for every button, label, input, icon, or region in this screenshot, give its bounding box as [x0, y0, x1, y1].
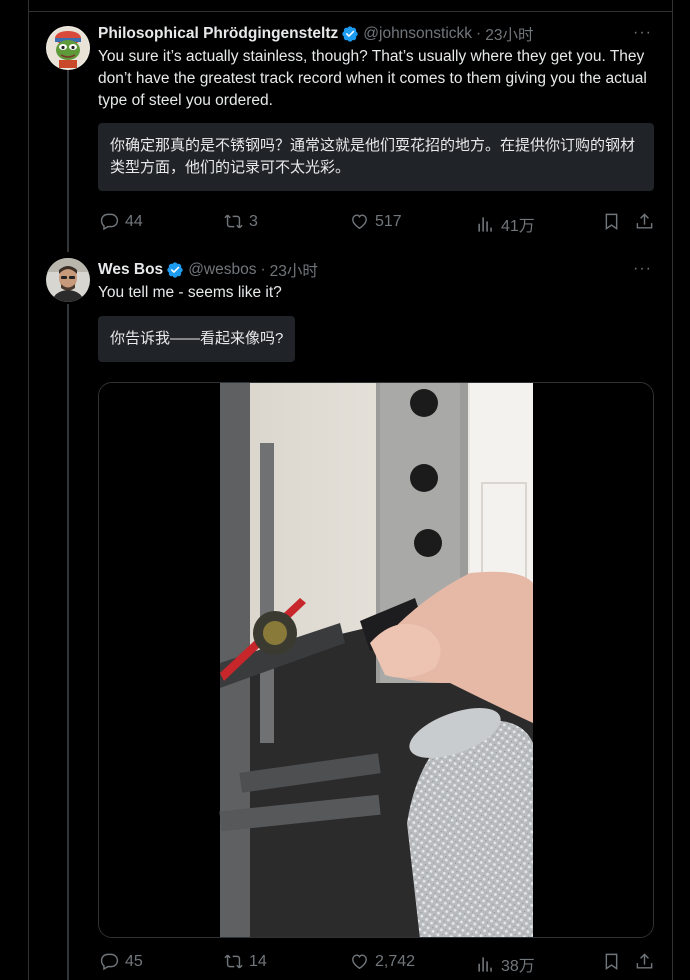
reply-count: 45 — [125, 952, 143, 970]
like-icon — [352, 214, 367, 230]
views-count: 41万 — [501, 218, 535, 235]
column-border-right — [672, 0, 673, 980]
avatar[interactable] — [46, 258, 90, 302]
like-count: 2,742 — [375, 952, 416, 970]
tweet-text: You sure it’s actually stainless, though… — [98, 48, 647, 109]
video-frame — [99, 383, 653, 937]
tweet-text: You tell me - seems like it? — [98, 284, 282, 301]
reply-icon — [100, 213, 119, 231]
separator-dot: · — [476, 25, 482, 42]
like-count: 517 — [375, 212, 402, 230]
top-divider — [28, 11, 672, 12]
bookmark-icon — [605, 953, 618, 970]
retweet-count: 14 — [249, 952, 267, 970]
share-button[interactable] — [635, 952, 654, 971]
display-name[interactable]: Philosophical Phrödgingensteltz — [98, 25, 338, 43]
retweet-button[interactable]: 14 — [224, 952, 267, 971]
handle[interactable]: @johnsonstickk — [363, 25, 472, 43]
bookmark-button[interactable] — [602, 952, 621, 971]
retweet-icon — [224, 954, 243, 969]
like-icon — [352, 954, 367, 970]
like-button[interactable]: 517 — [350, 212, 402, 231]
tweet-header: Wes Bos @wesbos · 23小时 ··· — [98, 260, 654, 280]
views-button[interactable]: 38万 — [476, 952, 535, 976]
reply-count: 44 — [125, 212, 143, 230]
timestamp[interactable]: 23小时 — [485, 23, 533, 45]
retweet-button[interactable]: 3 — [224, 212, 258, 231]
views-icon — [478, 956, 492, 972]
share-icon — [636, 213, 653, 229]
wes-bos-avatar-image — [46, 258, 90, 302]
translation-box: 你确定那真的是不锈钢吗？通常这就是他们耍花招的地方。在提供你订购的钢材类型方面，… — [98, 123, 654, 191]
timestamp[interactable]: 23小时 — [270, 259, 318, 281]
views-count: 38万 — [501, 958, 535, 975]
tweet-1[interactable]: Philosophical Phrödgingensteltz @johnson… — [28, 24, 672, 244]
more-icon[interactable]: ··· — [633, 24, 652, 42]
handle[interactable]: @wesbos — [188, 261, 256, 279]
verified-icon — [167, 262, 183, 278]
more-icon[interactable]: ··· — [633, 260, 652, 278]
bookmark-icon — [605, 213, 618, 230]
separator-dot: · — [260, 261, 266, 278]
views-button[interactable]: 41万 — [476, 212, 535, 236]
video-player[interactable] — [98, 382, 654, 938]
share-icon — [636, 953, 653, 969]
tweet-header: Philosophical Phrödgingensteltz @johnson… — [98, 24, 654, 44]
pepe-avatar-image — [46, 26, 90, 70]
retweet-count: 3 — [249, 212, 258, 230]
display-name[interactable]: Wes Bos — [98, 261, 163, 279]
bookmark-button[interactable] — [602, 212, 621, 231]
reply-button[interactable]: 44 — [100, 212, 143, 231]
avatar[interactable] — [46, 26, 90, 70]
reply-button[interactable]: 45 — [100, 952, 143, 971]
reply-icon — [100, 953, 119, 971]
retweet-icon — [224, 214, 243, 229]
share-button[interactable] — [635, 212, 654, 231]
translation-box: 你告诉我——看起来像吗? — [98, 316, 296, 362]
verified-icon — [342, 26, 358, 42]
like-button[interactable]: 2,742 — [350, 952, 415, 971]
views-icon — [478, 216, 492, 232]
